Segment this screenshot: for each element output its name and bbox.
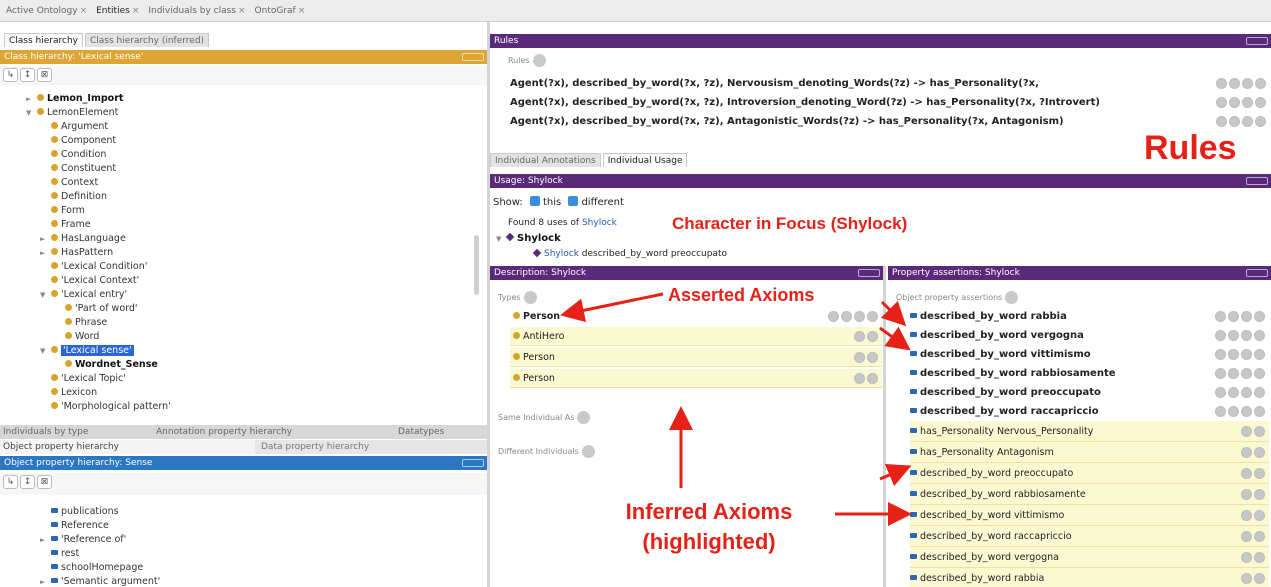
arrow-to-asserted-property — [880, 300, 907, 327]
arrow-to-inferred-personality — [879, 463, 912, 487]
arrow-to-asserted-property-2 — [879, 326, 911, 351]
arrow-to-asserted-type — [560, 292, 664, 323]
annotation-arrows — [560, 292, 912, 526]
